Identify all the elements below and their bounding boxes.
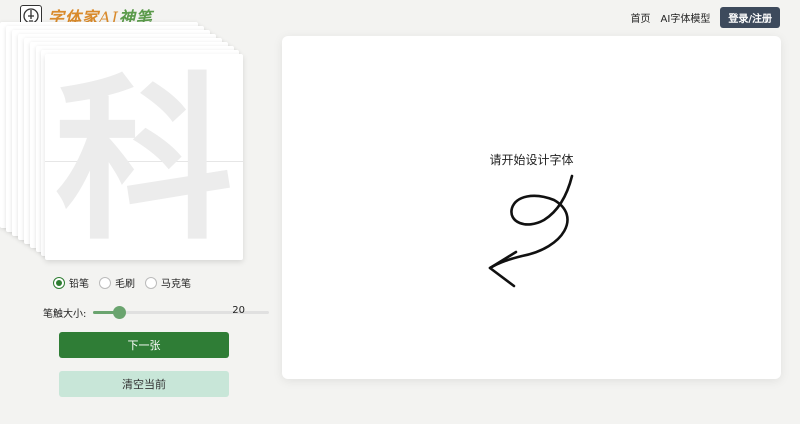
- brush-size-control: 笔触大小: 20: [43, 305, 269, 320]
- glyph-reference-card: 科: [45, 54, 243, 260]
- tool-pencil-option[interactable]: 铅笔: [53, 275, 89, 290]
- next-button[interactable]: 下一张: [59, 332, 229, 358]
- brush-size-label: 笔触大小:: [43, 309, 87, 320]
- tool-label: 毛刷: [115, 279, 135, 290]
- brush-type-selector: 铅笔 毛刷 马克笔: [53, 275, 191, 290]
- top-nav: 首页 AI字体模型 登录/注册: [631, 7, 780, 28]
- tool-marker-option[interactable]: 马克笔: [145, 275, 191, 290]
- radio-icon[interactable]: [145, 276, 157, 289]
- radio-selected-icon[interactable]: [53, 276, 65, 289]
- brush-size-value: 20: [232, 305, 245, 316]
- slider-thumb[interactable]: [113, 306, 127, 319]
- nav-ai-font-model-link[interactable]: AI字体模型: [661, 10, 711, 25]
- radio-icon[interactable]: [99, 276, 111, 289]
- login-register-button[interactable]: 登录/注册: [720, 7, 780, 28]
- clear-current-button[interactable]: 清空当前: [59, 371, 229, 397]
- tool-label: 马克笔: [161, 279, 191, 290]
- draw-hint-arrow-icon: [488, 174, 574, 288]
- drawing-canvas[interactable]: 请开始设计字体: [282, 36, 781, 379]
- tool-brush-option[interactable]: 毛刷: [99, 275, 135, 290]
- canvas-prompt: 请开始设计字体: [489, 153, 574, 167]
- tool-label: 铅笔: [69, 279, 89, 290]
- nav-home-link[interactable]: 首页: [631, 10, 651, 25]
- reference-glyph: 科: [55, 57, 233, 260]
